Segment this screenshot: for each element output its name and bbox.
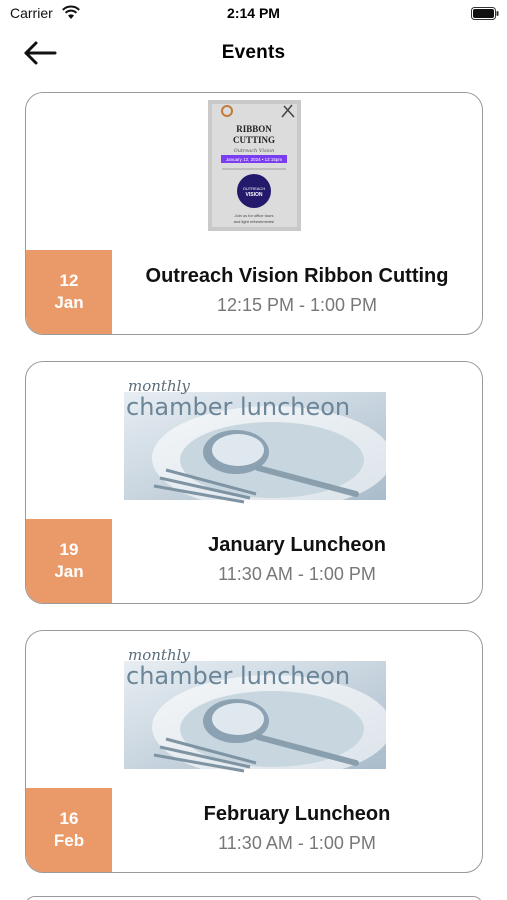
flyer-script: Outreach Vision bbox=[234, 148, 275, 154]
flyer-date-line: January 12, 2024 • 12:15pm bbox=[226, 157, 283, 162]
date-day: 16 bbox=[59, 809, 79, 828]
banner-heading: chamber luncheon bbox=[126, 662, 350, 690]
event-card[interactable]: monthly chamber luncheon 16 Feb February… bbox=[25, 630, 483, 873]
event-time: 11:30 AM - 1:00 PM bbox=[218, 833, 376, 853]
date-month: Jan bbox=[54, 293, 84, 312]
event-title: January Luncheon bbox=[208, 534, 386, 556]
flyer-footer-1: Join us for office tours bbox=[234, 213, 273, 218]
page-title: Events bbox=[221, 42, 286, 63]
luncheon-banner-image: monthly chamber luncheon bbox=[124, 646, 392, 779]
date-day: 19 bbox=[59, 540, 79, 559]
banner-heading: chamber luncheon bbox=[126, 393, 350, 421]
flyer-footer-2: and light refreshments! bbox=[234, 219, 275, 224]
event-time: 12:15 PM - 1:00 PM bbox=[216, 295, 378, 315]
date-badge: 16 Feb bbox=[26, 788, 112, 872]
date-month: Feb bbox=[53, 831, 85, 850]
status-bar: Carrier 2:14 PM bbox=[0, 0, 507, 28]
flyer-logo-line-1: OUTREACH bbox=[243, 186, 266, 191]
event-time: 11:30 AM - 1:00 PM bbox=[218, 564, 376, 584]
luncheon-banner-image: monthly chamber luncheon bbox=[124, 377, 392, 510]
event-card[interactable]: monthly chamber luncheon 19 Jan January … bbox=[25, 361, 483, 604]
flyer-heading-2: CUTTING bbox=[233, 135, 275, 145]
event-flyer-image: RIBBON CUTTING Outreach Vision January 1… bbox=[208, 100, 301, 231]
date-month: Jan bbox=[54, 562, 84, 581]
status-time: 2:14 PM bbox=[227, 5, 280, 21]
date-badge: 19 Jan bbox=[26, 519, 112, 603]
flyer-heading-1: RIBBON bbox=[236, 124, 272, 134]
event-card[interactable]: RIBBON CUTTING Outreach Vision January 1… bbox=[25, 92, 483, 335]
event-title: February Luncheon bbox=[203, 803, 391, 825]
flyer-logo-line-2: VISION bbox=[246, 192, 263, 198]
event-title: Outreach Vision Ribbon Cutting bbox=[145, 265, 449, 287]
date-day: 12 bbox=[59, 271, 79, 290]
battery-icon bbox=[471, 7, 499, 20]
event-card-partial[interactable] bbox=[25, 896, 483, 900]
date-badge: 12 Jan bbox=[26, 250, 112, 334]
